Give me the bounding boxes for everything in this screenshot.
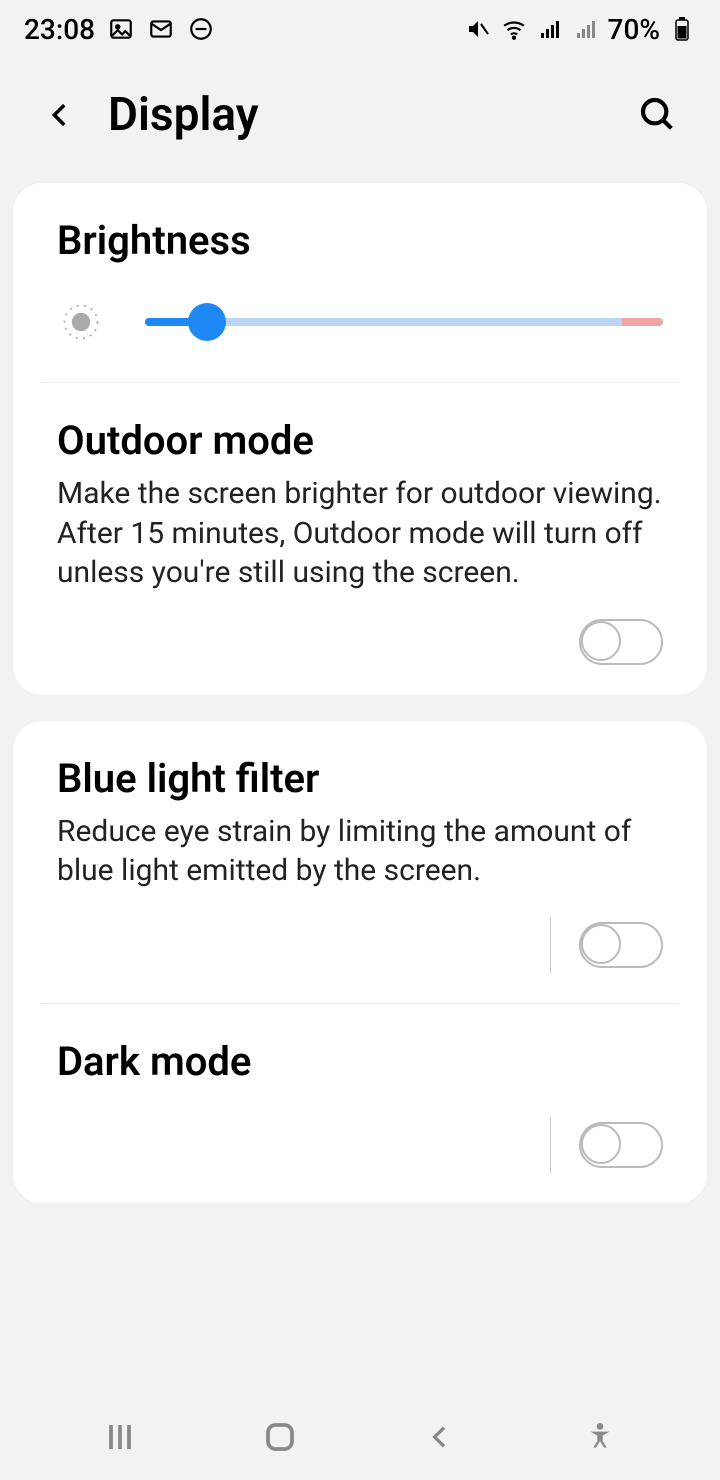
separator — [550, 917, 551, 973]
darkmode-toggle[interactable] — [579, 1122, 663, 1168]
search-button[interactable] — [636, 93, 680, 137]
brightness-low-icon — [57, 298, 105, 346]
brightness-slider[interactable] — [145, 302, 663, 342]
nav-back-button[interactable] — [416, 1413, 464, 1461]
battery-icon — [668, 15, 696, 43]
status-right: 70% — [464, 13, 696, 46]
bluelight-description: Reduce eye strain by limiting the amount… — [57, 812, 663, 891]
outdoor-description: Make the screen brighter for outdoor vie… — [57, 474, 663, 593]
back-button[interactable] — [40, 95, 80, 135]
bluelight-toggle[interactable] — [579, 922, 663, 968]
status-bar: 23:08 70% — [0, 0, 720, 58]
battery-text: 70% — [608, 13, 660, 46]
image-icon — [107, 15, 135, 43]
outdoor-toggle[interactable] — [579, 619, 663, 665]
status-time: 23:08 — [24, 13, 95, 46]
page-title: Display — [108, 88, 636, 142]
bluelight-section[interactable]: Blue light filter Reduce eye strain by l… — [13, 721, 707, 1003]
brightness-card: Brightness Outdoor mode Make the screen … — [12, 182, 708, 696]
separator — [550, 1117, 551, 1173]
home-button[interactable] — [256, 1413, 304, 1461]
header: Display — [0, 58, 720, 182]
wifi-icon — [500, 15, 528, 43]
darkmode-title: Dark mode — [57, 1038, 663, 1085]
brightness-row — [57, 298, 663, 346]
signal-icon — [536, 15, 564, 43]
mail-icon — [147, 15, 175, 43]
recents-button[interactable] — [96, 1413, 144, 1461]
do-not-disturb-icon — [187, 15, 215, 43]
brightness-title: Brightness — [57, 217, 663, 264]
filters-card: Blue light filter Reduce eye strain by l… — [12, 720, 708, 1204]
outdoor-title: Outdoor mode — [57, 417, 663, 464]
brightness-section: Brightness — [13, 183, 707, 382]
accessibility-button[interactable] — [576, 1413, 624, 1461]
navigation-bar — [0, 1394, 720, 1480]
mute-icon — [464, 15, 492, 43]
darkmode-section[interactable]: Dark mode — [13, 1004, 707, 1203]
status-left: 23:08 — [24, 13, 215, 46]
bluelight-title: Blue light filter — [57, 755, 663, 802]
outdoor-section[interactable]: Outdoor mode Make the screen brighter fo… — [13, 383, 707, 695]
signal-icon-2 — [572, 15, 600, 43]
